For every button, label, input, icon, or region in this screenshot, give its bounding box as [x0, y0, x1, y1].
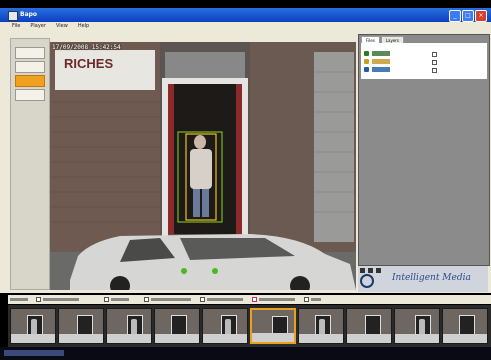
track-row[interactable] — [364, 51, 484, 58]
track-color-icon — [364, 67, 369, 72]
thumbnail-frame[interactable] — [442, 308, 488, 344]
tool-button-4[interactable] — [15, 89, 45, 101]
track-name-swatch — [372, 59, 390, 64]
app-icon — [8, 11, 18, 21]
tracking-marker-2 — [212, 268, 218, 274]
thumbnail-frame[interactable] — [58, 308, 104, 344]
shutter — [314, 52, 354, 242]
logo-mark-icon — [360, 274, 374, 288]
panel-toolbar — [360, 268, 381, 273]
thumbnail-frame[interactable] — [202, 308, 248, 344]
door-frame-top — [168, 78, 242, 84]
thumbnail-frame[interactable] — [154, 308, 200, 344]
door-frame-right — [242, 78, 248, 238]
thumbnail-frame[interactable] — [10, 308, 56, 344]
tool-strip — [10, 38, 50, 290]
track-panel: Files Layers — [358, 34, 490, 266]
filter-bar — [8, 295, 491, 304]
thumbnail-frame[interactable] — [250, 308, 296, 344]
track-row[interactable] — [364, 67, 484, 74]
menu-file[interactable]: File — [12, 22, 20, 31]
filter-checkbox[interactable] — [252, 296, 295, 303]
filter-dropdown[interactable] — [10, 296, 28, 303]
door-awning — [165, 52, 245, 78]
window-title: Bapo — [20, 11, 38, 18]
track-name-swatch — [372, 51, 390, 56]
close-button[interactable]: × — [475, 10, 487, 22]
tool-button-2[interactable] — [15, 61, 45, 73]
track-checkbox[interactable] — [432, 60, 437, 65]
minimize-button[interactable]: _ — [449, 10, 461, 22]
maximize-button[interactable]: □ — [462, 10, 474, 22]
thumbnail-filmstrip — [8, 305, 491, 347]
video-timestamp: 17/09/2008 15:42:54 — [52, 44, 121, 51]
track-color-icon — [364, 59, 369, 64]
thumbnail-frame[interactable] — [346, 308, 392, 344]
video-scene: RICHES — [50, 42, 356, 290]
window-title-bar[interactable]: Bapo _ □ × — [0, 8, 491, 22]
filter-checkbox[interactable] — [144, 296, 191, 303]
tool-button-1[interactable] — [15, 47, 45, 59]
thumbnail-frame[interactable] — [106, 308, 152, 344]
status-field — [4, 350, 64, 356]
track-list — [361, 43, 487, 79]
door-frame-left — [162, 78, 168, 238]
status-bar — [0, 347, 491, 360]
track-color-icon — [364, 51, 369, 56]
panel-tool-icon[interactable] — [360, 268, 365, 273]
menu-bar: File Player View Help — [0, 22, 491, 31]
track-checkbox[interactable] — [432, 68, 437, 73]
menu-view[interactable]: View — [56, 22, 68, 31]
menu-player[interactable]: Player — [30, 22, 46, 31]
panel-tool-icon[interactable] — [376, 268, 381, 273]
video-frame[interactable]: RICHES — [50, 42, 356, 290]
panel-tool-icon[interactable] — [368, 268, 373, 273]
tracking-marker-1 — [181, 268, 187, 274]
logo-text: Intelligent Media — [392, 273, 471, 283]
shop-sign-text: RICHES — [64, 56, 113, 71]
filter-checkbox[interactable] — [104, 296, 129, 303]
tool-button-3[interactable] — [15, 75, 45, 87]
filter-checkbox[interactable] — [36, 296, 79, 303]
thumbnail-frame[interactable] — [394, 308, 440, 344]
menu-help[interactable]: Help — [78, 22, 89, 31]
filter-checkbox[interactable] — [304, 296, 321, 303]
track-row[interactable] — [364, 59, 484, 66]
thumbnail-frame[interactable] — [298, 308, 344, 344]
track-checkbox[interactable] — [432, 52, 437, 57]
track-name-swatch — [372, 67, 390, 72]
filter-checkbox[interactable] — [200, 296, 243, 303]
